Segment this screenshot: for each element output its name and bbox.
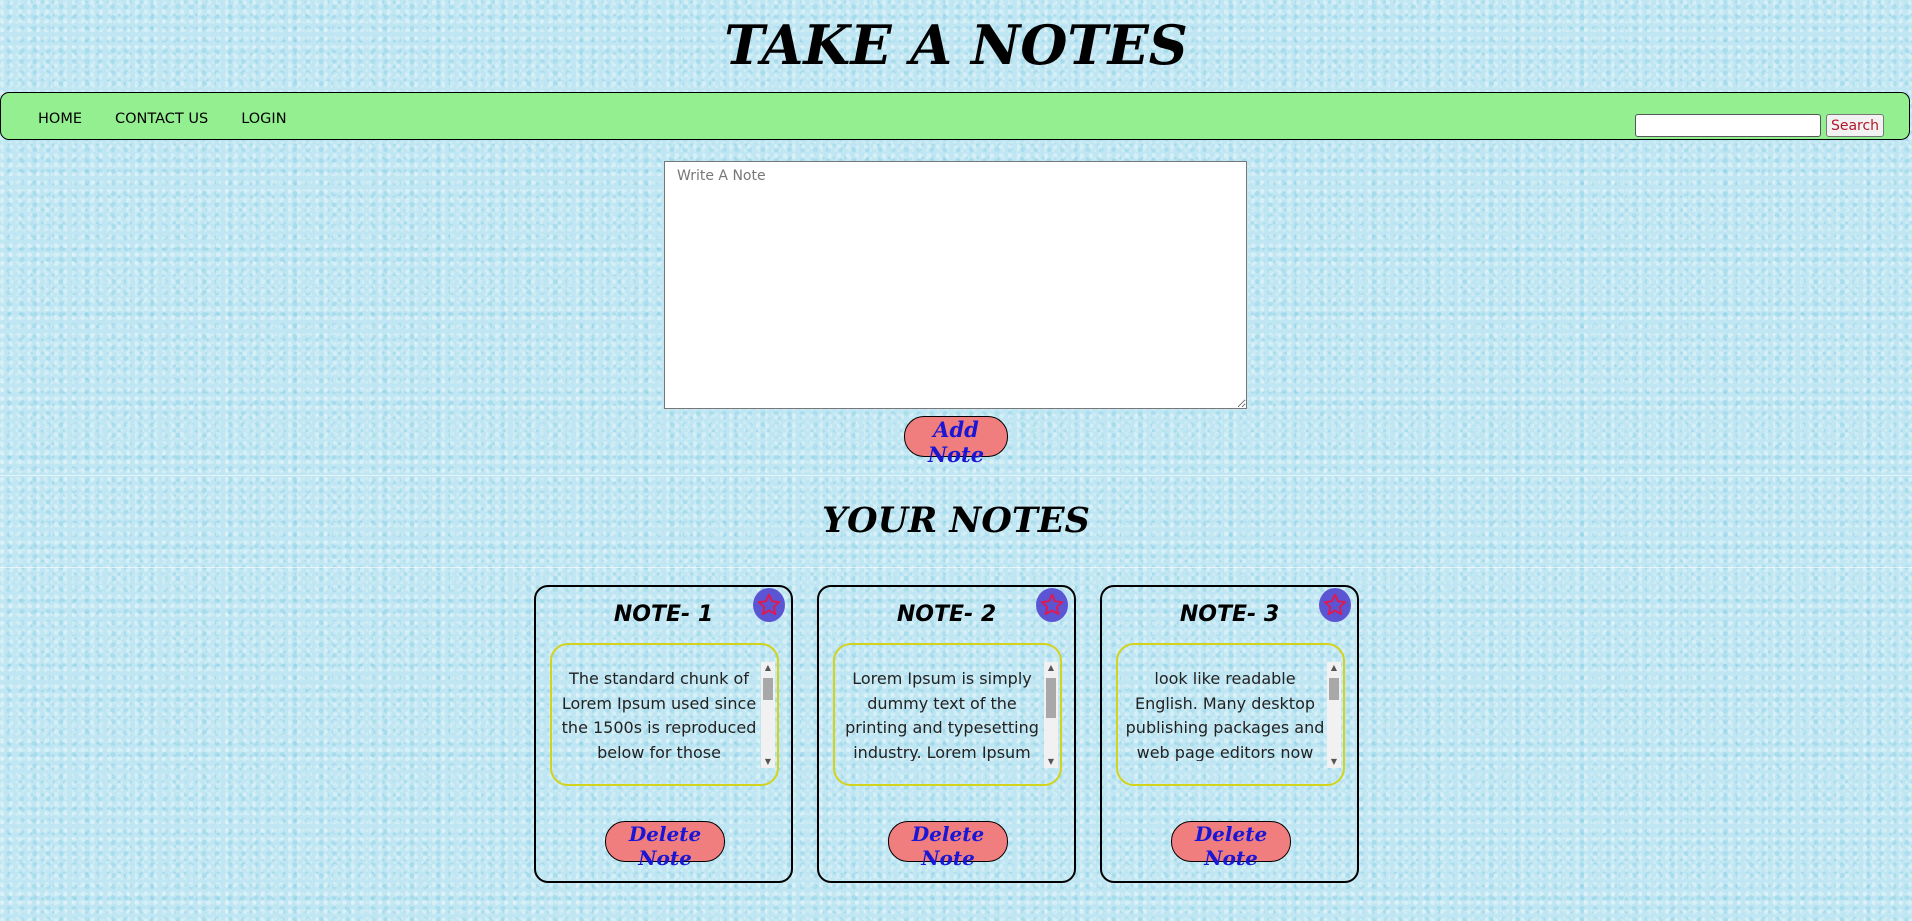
scroll-down-arrow-icon[interactable]: ▼ [1327, 756, 1341, 768]
scroll-thumb[interactable] [763, 678, 773, 700]
navbar: HOME CONTACT US LOGIN Search [0, 92, 1910, 140]
nav-links: HOME CONTACT US LOGIN [38, 108, 287, 127]
delete-note-button[interactable]: Delete Note [605, 821, 725, 870]
note-textarea[interactable] [664, 161, 1247, 409]
scroll-down-arrow-icon[interactable]: ▼ [1044, 756, 1058, 768]
scroll-thumb[interactable] [1046, 678, 1056, 718]
nav-link-login[interactable]: LOGIN [241, 111, 286, 127]
delete-note-button[interactable]: Delete Note [888, 821, 1008, 870]
scroll-down-arrow-icon[interactable]: ▼ [761, 756, 775, 768]
note-text: The standard chunk of Lorem Ipsum used s… [561, 669, 757, 761]
scroll-up-arrow-icon[interactable]: ▲ [1327, 662, 1341, 674]
nav-item-login: LOGIN [241, 108, 286, 127]
search-button[interactable]: Search [1826, 114, 1884, 137]
scroll-up-arrow-icon[interactable]: ▲ [761, 662, 775, 674]
page-title: TAKE A NOTES [724, 13, 1188, 77]
divider-top [0, 475, 1912, 476]
search-input[interactable] [1635, 114, 1821, 137]
nav-link-contact-us[interactable]: CONTACT US [115, 111, 208, 127]
star-icon[interactable] [1036, 588, 1068, 622]
nav-item-contact: CONTACT US [115, 108, 208, 127]
note-body[interactable]: The standard chunk of Lorem Ipsum used s… [550, 643, 779, 786]
note-card: NOTE- 2 Lorem Ipsum is simply dummy text… [817, 585, 1076, 883]
note-text: look like readable English. Many desktop… [1125, 669, 1325, 761]
note-card: NOTE- 3 look like readable English. Many… [1100, 585, 1359, 883]
scroll-thumb[interactable] [1329, 678, 1339, 700]
note-scrollbar[interactable]: ▲ ▼ [1327, 662, 1341, 768]
note-body[interactable]: look like readable English. Many desktop… [1116, 643, 1345, 786]
notes-section-heading: YOUR NOTES [822, 500, 1090, 541]
star-icon[interactable] [753, 588, 785, 622]
nav-item-home: HOME [38, 108, 82, 127]
note-scrollbar[interactable]: ▲ ▼ [1044, 662, 1058, 768]
delete-note-button[interactable]: Delete Note [1171, 821, 1291, 870]
add-note-button[interactable]: Add Note [904, 416, 1008, 467]
star-icon[interactable] [1319, 588, 1351, 622]
note-body[interactable]: Lorem Ipsum is simply dummy text of the … [833, 643, 1062, 786]
divider-bottom [0, 567, 1912, 568]
note-text: Lorem Ipsum is simply dummy text of the … [845, 669, 1039, 761]
nav-link-home[interactable]: HOME [38, 111, 82, 127]
scroll-up-arrow-icon[interactable]: ▲ [1044, 662, 1058, 674]
note-card: NOTE- 1 The standard chunk of Lorem Ipsu… [534, 585, 793, 883]
note-scrollbar[interactable]: ▲ ▼ [761, 662, 775, 768]
